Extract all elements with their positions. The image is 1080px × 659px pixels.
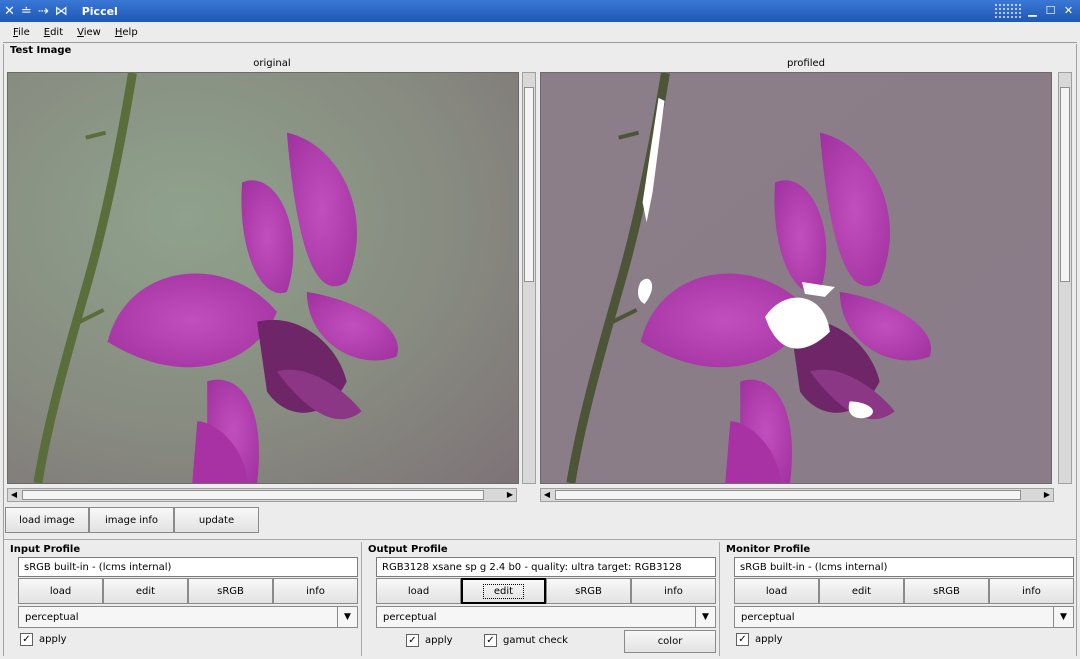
monitor-profile-field[interactable]: sRGB built-in - (lcms internal) (734, 557, 1074, 577)
output-edit-button[interactable]: edit (461, 578, 546, 604)
output-profile-title: Output Profile (368, 544, 448, 555)
output-srgb-button[interactable]: sRGB (546, 578, 631, 604)
scroll-left-icon[interactable]: ◀ (541, 489, 553, 501)
profiled-image (540, 72, 1052, 484)
checkbox-checked-icon[interactable]: ✓ (406, 634, 419, 647)
output-load-button[interactable]: load (376, 578, 461, 604)
close-icon[interactable]: ✕ (1061, 3, 1076, 18)
original-label: original (253, 58, 291, 69)
menu-help[interactable]: Help (115, 27, 138, 38)
title-bar: ✕ ≐ ⇢ ⋈ Piccel ▁ ☐ ✕ (0, 0, 1080, 22)
profiled-label: profiled (787, 58, 825, 69)
original-image (7, 72, 519, 484)
monitor-load-button[interactable]: load (734, 578, 819, 604)
input-info-button[interactable]: info (273, 578, 358, 604)
monitor-edit-button[interactable]: edit (819, 578, 904, 604)
maximize-icon[interactable]: ☐ (1043, 3, 1058, 18)
menu-bar: File Edit View Help (3, 23, 1077, 43)
scroll-right-icon[interactable]: ▶ (1041, 489, 1053, 501)
divider (719, 542, 720, 656)
gamut-check-checkbox[interactable]: ✓ gamut check (484, 634, 568, 647)
original-vscroll-thumb[interactable] (524, 87, 534, 282)
gamut-check-label: gamut check (503, 635, 568, 646)
image-info-button[interactable]: image info (89, 507, 174, 533)
scroll-right-icon[interactable]: ▶ (504, 489, 516, 501)
app-x-icon[interactable]: ✕ (4, 5, 15, 18)
minimize-icon[interactable]: ▁ (1025, 3, 1040, 18)
output-info-button[interactable]: info (631, 578, 716, 604)
input-edit-button[interactable]: edit (103, 578, 188, 604)
menu-file[interactable]: File (13, 27, 30, 38)
color-button[interactable]: color (624, 630, 716, 653)
monitor-apply-label: apply (755, 634, 783, 645)
test-image-title: Test Image (10, 45, 72, 56)
checkbox-checked-icon[interactable]: ✓ (484, 634, 497, 647)
profiled-vscroll-thumb[interactable] (1060, 87, 1070, 282)
titlebar-grip (994, 3, 1022, 18)
monitor-intent-value: perceptual (741, 611, 795, 623)
original-horizontal-scrollbar[interactable]: ◀ ▶ (7, 488, 517, 502)
pin-icon[interactable]: ⇢ (38, 5, 49, 18)
menu-edit[interactable]: Edit (44, 27, 63, 38)
output-apply-checkbox[interactable]: ✓ apply (406, 634, 453, 647)
divider (361, 542, 362, 656)
profiled-vertical-scrollbar[interactable] (1058, 72, 1072, 484)
original-hscroll-thumb[interactable] (22, 490, 484, 500)
monitor-info-button[interactable]: info (989, 578, 1074, 604)
scroll-left-icon[interactable]: ◀ (8, 489, 20, 501)
monitor-intent-select[interactable]: perceptual ▼ (734, 606, 1074, 628)
input-intent-select[interactable]: perceptual ▼ (18, 606, 358, 628)
output-profile-field[interactable]: RGB3128 xsane sp g 2.4 b0 - quality: ult… (376, 557, 716, 577)
window-title: Piccel (81, 4, 118, 18)
checkbox-checked-icon[interactable]: ✓ (20, 633, 33, 646)
output-edit-label: edit (482, 583, 525, 599)
profiled-hscroll-thumb[interactable] (555, 490, 1021, 500)
input-srgb-button[interactable]: sRGB (188, 578, 273, 604)
sticky-icon[interactable]: ⋈ (55, 5, 68, 18)
shade-icon[interactable]: ≐ (21, 5, 32, 18)
output-intent-select[interactable]: perceptual ▼ (376, 606, 716, 628)
profiled-horizontal-scrollbar[interactable]: ◀ ▶ (540, 488, 1054, 502)
input-intent-value: perceptual (25, 611, 79, 623)
monitor-profile-title: Monitor Profile (726, 544, 811, 555)
checkbox-checked-icon[interactable]: ✓ (736, 633, 749, 646)
monitor-apply-checkbox[interactable]: ✓ apply (736, 633, 783, 646)
input-profile-field[interactable]: sRGB built-in - (lcms internal) (18, 557, 358, 577)
input-apply-label: apply (39, 634, 67, 645)
chevron-down-icon[interactable]: ▼ (337, 607, 357, 627)
menu-view[interactable]: View (77, 27, 101, 38)
input-profile-title: Input Profile (10, 544, 81, 555)
monitor-srgb-button[interactable]: sRGB (904, 578, 989, 604)
load-image-button[interactable]: load image (5, 507, 89, 533)
input-load-button[interactable]: load (18, 578, 103, 604)
update-button[interactable]: update (174, 507, 259, 533)
original-vertical-scrollbar[interactable] (522, 72, 536, 484)
output-intent-value: perceptual (383, 611, 437, 623)
input-apply-checkbox[interactable]: ✓ apply (20, 633, 67, 646)
divider (3, 539, 1077, 540)
chevron-down-icon[interactable]: ▼ (695, 607, 715, 627)
chevron-down-icon[interactable]: ▼ (1053, 607, 1073, 627)
output-apply-label: apply (425, 635, 453, 646)
